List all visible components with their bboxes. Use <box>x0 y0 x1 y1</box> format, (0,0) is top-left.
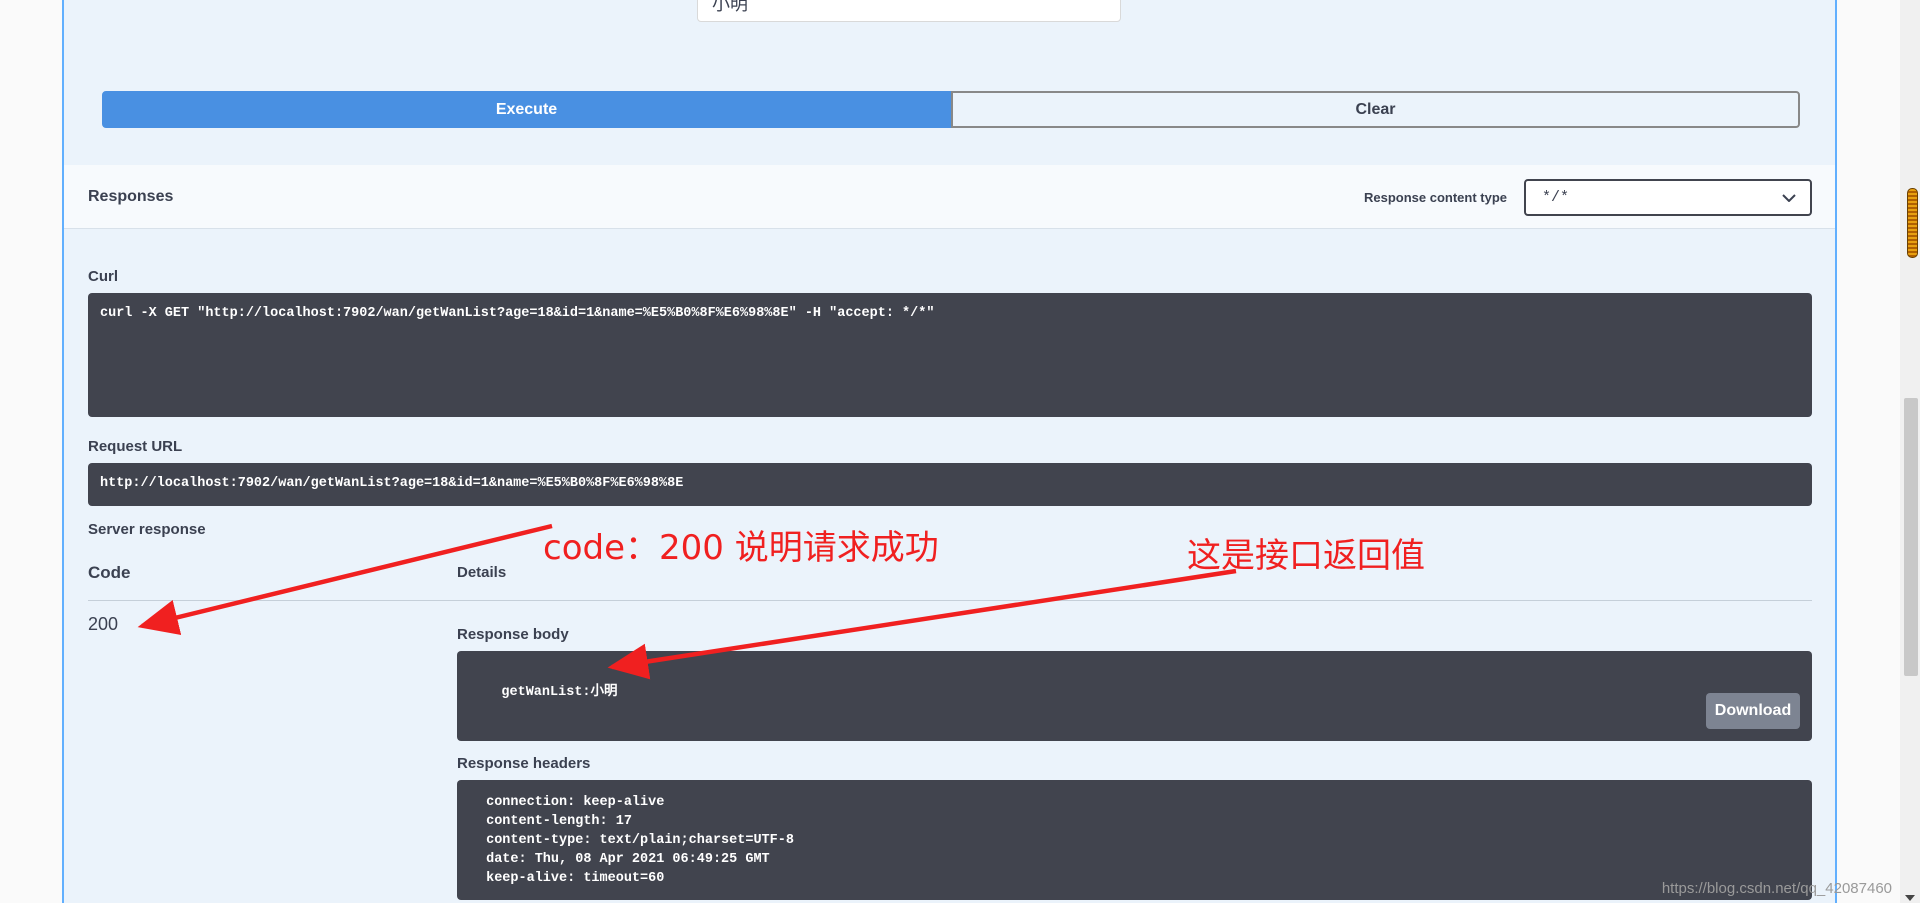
response-content-type-value: */* <box>1542 189 1570 206</box>
chevron-down-icon <box>1782 194 1796 202</box>
minimap-scroll-indicator[interactable] <box>1907 188 1918 258</box>
name-parameter-input[interactable]: 小明 <box>697 0 1121 22</box>
response-body-text: getWanList:小明 <box>501 685 618 700</box>
response-body-label: Response body <box>457 626 569 643</box>
body-annotation: 这是接口返回值 <box>1187 536 1425 576</box>
table-divider <box>88 600 1812 601</box>
response-headers-label: Response headers <box>457 755 591 772</box>
response-headers: connection: keep-alive content-length: 1… <box>457 780 1812 900</box>
curl-command: curl -X GET "http://localhost:7902/wan/g… <box>88 293 1812 417</box>
server-response-label: Server response <box>88 521 206 538</box>
curl-label: Curl <box>88 268 118 285</box>
response-content-type-label: Response content type <box>1364 190 1508 205</box>
code-column-header: Code <box>88 563 131 582</box>
request-url-label: Request URL <box>88 438 183 455</box>
execute-button[interactable]: Execute <box>102 91 951 128</box>
request-url-value: http://localhost:7902/wan/getWanList?age… <box>88 463 1812 506</box>
code-annotation: code：200 说明请求成功 <box>543 528 939 568</box>
responses-header: Responses Response content type */* <box>64 165 1835 229</box>
response-body: getWanList:小明 Download <box>457 651 1812 741</box>
operation-panel: 小明 Execute Clear Responses Response cont… <box>62 0 1837 903</box>
page-scrollbar[interactable] <box>1900 0 1920 903</box>
scrollbar-thumb[interactable] <box>1904 398 1918 676</box>
scroll-down-icon[interactable] <box>1905 895 1915 901</box>
clear-button[interactable]: Clear <box>951 91 1800 128</box>
responses-title: Responses <box>88 188 174 205</box>
download-button[interactable]: Download <box>1706 693 1800 729</box>
response-content-type-select[interactable]: */* <box>1524 179 1812 216</box>
response-status-code: 200 <box>88 614 119 634</box>
action-buttons: Execute Clear <box>102 91 1800 128</box>
watermark: https://blog.csdn.net/qq_42087460 <box>1661 880 1892 897</box>
details-column-header: Details <box>457 564 507 581</box>
